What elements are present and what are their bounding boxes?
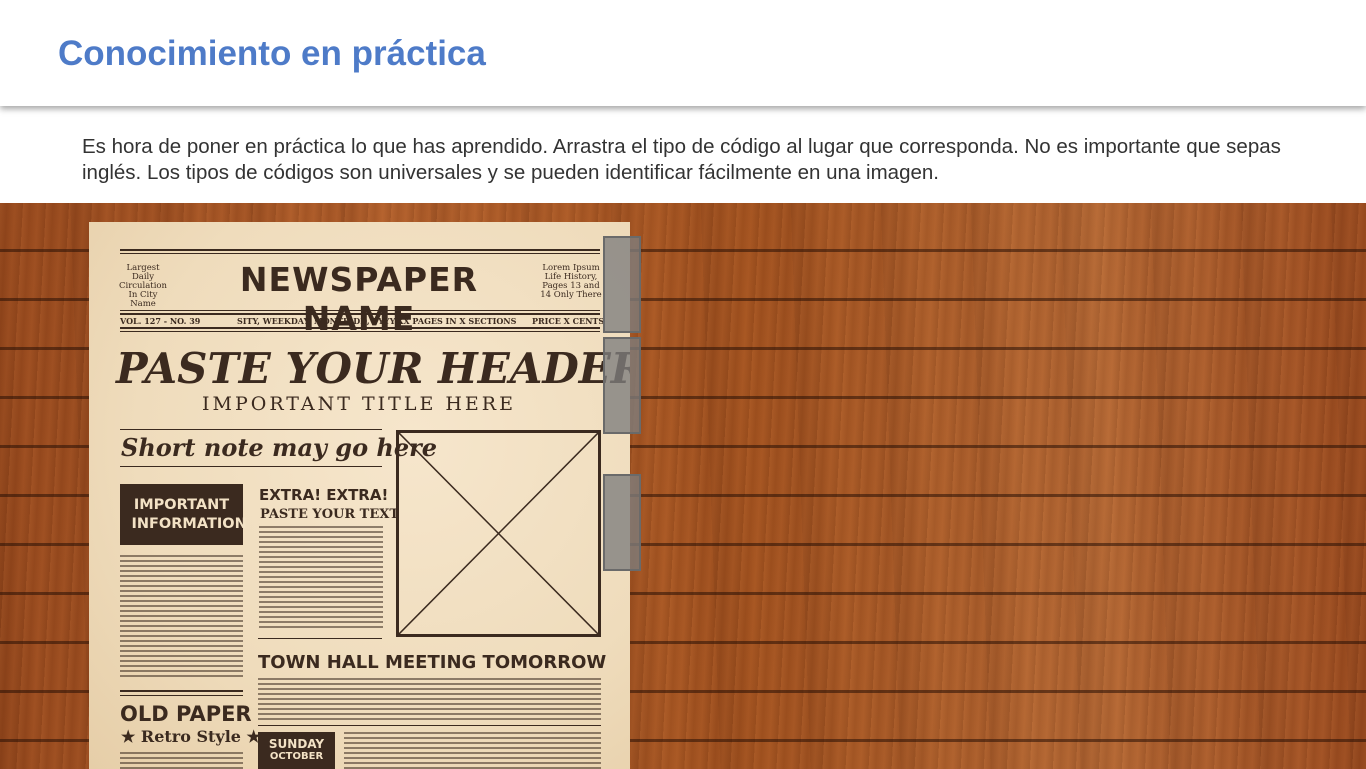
page-title: Conocimiento en práctica (58, 34, 486, 73)
rule (120, 253, 600, 254)
body-text-column (344, 732, 601, 769)
dateline: SITY, WEEKDAY, MONTH DD, YYYY-XX PAGES I… (237, 316, 517, 326)
rule (258, 725, 601, 726)
rule (120, 690, 243, 692)
image-placeholder (396, 430, 601, 637)
sunday-label: SUNDAY (268, 737, 325, 751)
october-label: OCTOBER (269, 751, 324, 762)
volume-label: VOL. 127 - NO. 39 (120, 316, 201, 326)
newspaper-image: Largest Daily Circulation In City Name N… (89, 222, 630, 769)
rule (120, 249, 600, 251)
important-info-box: IMPORTANT INFORMATION (120, 484, 247, 545)
rule (120, 327, 600, 329)
town-hall-title: TOWN HALL MEETING TOMORROW (258, 652, 607, 673)
paste-text-label: PASTE YOUR TEXT (260, 507, 400, 522)
extra-title: EXTRA! EXTRA! (259, 486, 389, 504)
header-bar: Conocimiento en práctica (0, 0, 1366, 106)
body-text-column (259, 526, 383, 628)
instructions-text: Es hora de poner en práctica lo que has … (82, 135, 1281, 184)
retro-style-label: ★ Retro Style ★ (121, 727, 261, 746)
rule (120, 466, 382, 467)
sunday-box: SUNDAY OCTOBER (258, 732, 335, 769)
body-text-column (120, 555, 243, 680)
drop-zone-2[interactable] (603, 337, 641, 434)
rule (120, 331, 600, 332)
body-text-column (120, 752, 243, 769)
drop-zone-3[interactable] (603, 474, 641, 571)
short-note: Short note may go here (121, 433, 438, 462)
rule (120, 695, 243, 696)
right-ear: Lorem Ipsum Life History, Pages 13 and 1… (540, 263, 602, 300)
old-paper-title: OLD PAPER (120, 702, 252, 726)
subheadline: IMPORTANT TITLE HERE (202, 393, 516, 415)
rule (258, 638, 382, 639)
rule (120, 310, 600, 311)
drop-zone-1[interactable] (603, 236, 641, 333)
body-text-column (258, 678, 601, 722)
headline: PASTE YOUR HEADER (116, 344, 630, 393)
rule (120, 313, 600, 315)
left-ear: Largest Daily Circulation In City Name (118, 263, 168, 309)
placeholder-cross-icon (398, 432, 599, 635)
important-info-label: IMPORTANT INFORMATION (131, 496, 247, 532)
price-label: PRICE X CENTS (532, 316, 605, 326)
rule (120, 429, 382, 430)
